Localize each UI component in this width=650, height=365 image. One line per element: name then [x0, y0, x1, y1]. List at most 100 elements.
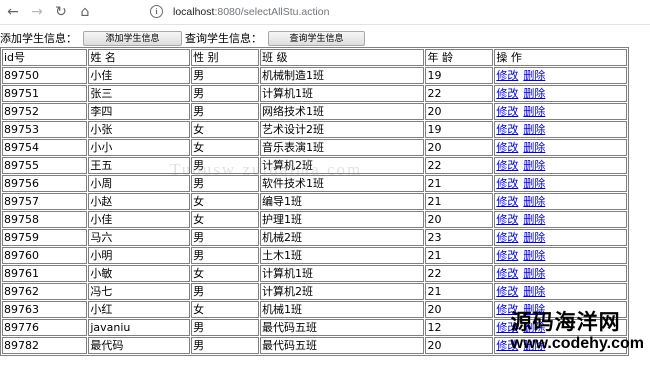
delete-link[interactable]: 删除: [523, 321, 545, 334]
edit-link[interactable]: 修改: [496, 231, 518, 244]
delete-link[interactable]: 删除: [523, 285, 545, 298]
edit-link[interactable]: 修改: [496, 87, 518, 100]
table-row: 89752 李四男网络技术1班 20 修改 删除: [2, 103, 627, 120]
cell-gender: 女: [191, 211, 259, 228]
table-row: 89755 王五男计算机2班 22 修改 删除: [2, 157, 627, 174]
cell-class: 软件技术1班: [259, 175, 425, 192]
edit-link[interactable]: 修改: [496, 339, 518, 352]
cell-actions: 修改 删除: [494, 229, 627, 246]
cell-class: 艺术设计2班: [259, 121, 425, 138]
site-info-icon[interactable]: i: [150, 5, 163, 18]
cell-id: 89763: [2, 301, 88, 318]
table-row: 89782 最代码男最代码五班 20 修改 删除: [2, 337, 627, 354]
query-label: 查询学生信息：: [185, 32, 262, 45]
delete-link[interactable]: 删除: [523, 195, 545, 208]
cell-actions: 修改 删除: [494, 175, 627, 192]
forward-icon[interactable]: →: [26, 1, 48, 23]
cell-class: 机械2班: [259, 229, 425, 246]
cell-actions: 修改 删除: [494, 139, 627, 156]
edit-link[interactable]: 修改: [496, 267, 518, 280]
delete-link[interactable]: 删除: [523, 339, 545, 352]
delete-link[interactable]: 删除: [523, 177, 545, 190]
cell-id: 89754: [2, 139, 88, 156]
back-icon[interactable]: ←: [2, 1, 24, 23]
cell-age: 20: [425, 211, 494, 228]
delete-link[interactable]: 删除: [523, 231, 545, 244]
cell-age: 19: [425, 121, 494, 138]
delete-link[interactable]: 删除: [523, 141, 545, 154]
cell-gender: 女: [191, 121, 259, 138]
cell-age: 21: [425, 247, 494, 264]
delete-link[interactable]: 删除: [523, 213, 545, 226]
table-row: 89760 小明男土木1班 21 修改 删除: [2, 247, 627, 264]
cell-class: 音乐表演1班: [259, 139, 425, 156]
cell-gender: 女: [191, 265, 259, 282]
cell-name: 张三: [88, 85, 191, 102]
cell-class: 机械1班: [259, 301, 425, 318]
add-student-button[interactable]: 添加学生信息: [83, 30, 182, 46]
cell-age: 23: [425, 229, 494, 246]
edit-link[interactable]: 修改: [496, 141, 518, 154]
delete-link[interactable]: 删除: [523, 69, 545, 82]
header-gender: 性 别: [191, 49, 259, 66]
edit-link[interactable]: 修改: [496, 69, 518, 82]
cell-actions: 修改 删除: [494, 103, 627, 120]
edit-link[interactable]: 修改: [496, 285, 518, 298]
header-age: 年 龄: [425, 49, 494, 66]
cell-age: 20: [425, 139, 494, 156]
cell-age: 22: [425, 265, 494, 282]
cell-gender: 女: [191, 193, 259, 210]
edit-link[interactable]: 修改: [496, 213, 518, 226]
query-student-button[interactable]: 查询学生信息: [268, 30, 365, 46]
cell-actions: 修改 删除: [494, 301, 627, 318]
cell-actions: 修改 删除: [494, 247, 627, 264]
edit-link[interactable]: 修改: [496, 123, 518, 136]
cell-gender: 男: [191, 337, 259, 354]
cell-gender: 男: [191, 319, 259, 336]
cell-age: 21: [425, 283, 494, 300]
edit-link[interactable]: 修改: [496, 195, 518, 208]
address-bar[interactable]: i localhost:8080/selectAllStu.action: [150, 2, 642, 21]
cell-gender: 女: [191, 301, 259, 318]
edit-link[interactable]: 修改: [496, 159, 518, 172]
cell-age: 20: [425, 301, 494, 318]
delete-link[interactable]: 删除: [523, 87, 545, 100]
cell-name: 小红: [88, 301, 191, 318]
edit-link[interactable]: 修改: [496, 249, 518, 262]
cell-id: 89760: [2, 247, 88, 264]
cell-actions: 修改 删除: [494, 85, 627, 102]
home-icon[interactable]: ⌂: [74, 1, 96, 23]
edit-link[interactable]: 修改: [496, 105, 518, 118]
delete-link[interactable]: 删除: [523, 267, 545, 280]
cell-gender: 男: [191, 103, 259, 120]
table-row: 89751 张三男计算机1班 22 修改 删除: [2, 85, 627, 102]
delete-link[interactable]: 删除: [523, 249, 545, 262]
cell-name: 小明: [88, 247, 191, 264]
delete-link[interactable]: 删除: [523, 303, 545, 316]
delete-link[interactable]: 删除: [523, 105, 545, 118]
add-label: 添加学生信息：: [0, 32, 77, 45]
cell-gender: 男: [191, 157, 259, 174]
cell-age: 20: [425, 337, 494, 354]
edit-link[interactable]: 修改: [496, 177, 518, 190]
cell-gender: 男: [191, 85, 259, 102]
edit-link[interactable]: 修改: [496, 321, 518, 334]
browser-toolbar: ← → ↻ ⌂ i localhost:8080/selectAllStu.ac…: [0, 0, 650, 25]
cell-name: 马六: [88, 229, 191, 246]
edit-link[interactable]: 修改: [496, 303, 518, 316]
cell-actions: 修改 删除: [494, 283, 627, 300]
cell-actions: 修改 删除: [494, 211, 627, 228]
delete-link[interactable]: 删除: [523, 123, 545, 136]
cell-id: 89755: [2, 157, 88, 174]
reload-icon[interactable]: ↻: [50, 1, 72, 23]
cell-gender: 男: [191, 229, 259, 246]
table-row: 89750 小佳男机械制造1班 19 修改 删除: [2, 67, 627, 84]
cell-age: 20: [425, 103, 494, 120]
delete-link[interactable]: 删除: [523, 159, 545, 172]
cell-id: 89759: [2, 229, 88, 246]
cell-id: 89756: [2, 175, 88, 192]
cell-id: 89751: [2, 85, 88, 102]
table-row: 89753 小张女艺术设计2班 19 修改 删除: [2, 121, 627, 138]
cell-name: 小周: [88, 175, 191, 192]
cell-actions: 修改 删除: [494, 319, 627, 336]
